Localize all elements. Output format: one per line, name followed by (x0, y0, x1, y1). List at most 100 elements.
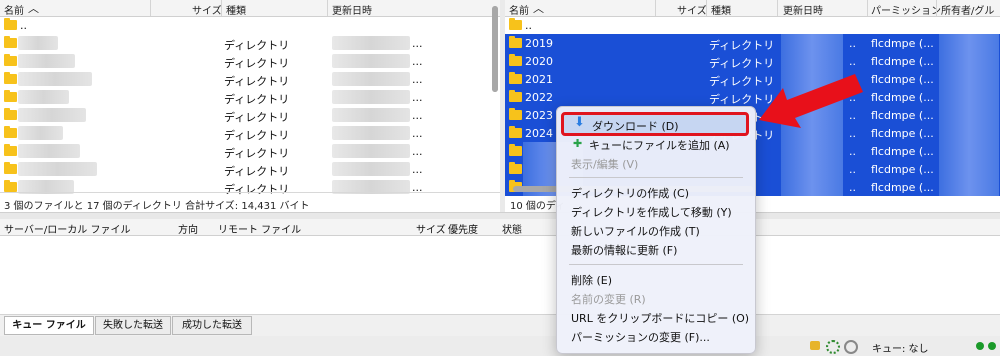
parent-dir-row[interactable]: .. (505, 16, 1000, 34)
folder-icon (509, 90, 522, 102)
redacted-date (781, 34, 843, 52)
col-size-header[interactable]: サイズ (192, 2, 222, 17)
parent-dir-label: .. (525, 19, 532, 32)
menu-item-create-directory[interactable]: ディレクトリの作成 (C) (571, 185, 689, 201)
file-type: ディレクトリ (224, 147, 290, 160)
redacted-owner (939, 124, 999, 142)
table-row[interactable]: 2022 ディレクトリ.. flcdmpe (... (505, 88, 1000, 106)
redacted-date (332, 36, 410, 50)
local-file-list[interactable]: 名前 ︿ サイズ 種類 更新日時 .. ディレクトリ... ディレクトリ... ディ… (0, 0, 500, 210)
redacted-owner (939, 142, 999, 160)
menu-item-download[interactable]: ⬇ ダウンロード (D) (561, 112, 749, 136)
table-row[interactable]: ディレクトリ... (0, 88, 500, 106)
file-name: 2023 (525, 109, 553, 122)
table-row[interactable]: 2019 ディレクトリ.. flcdmpe (... (505, 34, 1000, 52)
parent-dir-row[interactable]: .. (0, 16, 500, 34)
permission-value: flcdmpe (... (871, 37, 934, 50)
redacted-filename (18, 90, 69, 104)
queue-col-direction[interactable]: 方向 (178, 221, 198, 236)
menu-item-refresh[interactable]: 最新の情報に更新 (F) (571, 242, 677, 258)
col-size-header[interactable]: サイズ (677, 2, 707, 17)
add-queue-icon: ✚ (573, 137, 583, 150)
remote-vertical-scrollbar[interactable] (492, 6, 498, 92)
permission-value: flcdmpe (... (871, 163, 934, 176)
menu-item-change-permissions[interactable]: パーミッションの変更 (F)... (571, 329, 710, 345)
folder-icon (4, 126, 17, 138)
modified-ellipsis: ... (412, 127, 423, 140)
menu-item-new-file[interactable]: 新しいファイルの作成 (T) (571, 223, 700, 239)
redacted-date (781, 52, 843, 70)
redacted-owner (939, 88, 999, 106)
download-arrow-icon: ⬇ (574, 115, 585, 130)
table-row[interactable]: ディレクトリ... (0, 142, 500, 160)
permission-value: flcdmpe (... (871, 109, 934, 122)
permission-value: flcdmpe (... (871, 145, 934, 158)
parent-dir-label: .. (20, 19, 27, 32)
queue-col-size[interactable]: サイズ (416, 221, 446, 236)
permission-value: flcdmpe (... (871, 181, 934, 194)
redacted-owner (939, 160, 999, 178)
modified-ellipsis: ... (412, 37, 423, 50)
table-row[interactable]: ディレクトリ... (0, 160, 500, 178)
col-modified-header[interactable]: 更新日時 (783, 2, 823, 17)
menu-item-delete[interactable]: 削除 (E) (571, 272, 612, 288)
col-type-header[interactable]: 種類 (711, 2, 731, 17)
tab-successful-transfers[interactable]: 成功した転送 (172, 316, 252, 335)
col-name-header[interactable]: 名前 (509, 2, 529, 17)
queue-col-state[interactable]: 状態 (502, 221, 522, 236)
redacted-date (332, 72, 410, 86)
col-type-header[interactable]: 種類 (226, 2, 246, 17)
queue-col-priority[interactable]: 優先度 (448, 221, 478, 236)
speed-limit-icon[interactable] (844, 340, 858, 354)
sort-asc-icon[interactable]: ︿ (533, 0, 544, 16)
queue-col-remote[interactable]: リモート ファイル (218, 221, 301, 236)
file-name: 2020 (525, 55, 553, 68)
col-modified-header[interactable]: 更新日時 (332, 2, 372, 17)
tab-queued-files[interactable]: キュー ファイル (4, 316, 94, 335)
menu-item-copy-url[interactable]: URL をクリップボードにコピー (O) (571, 310, 749, 326)
activity-led-icon (976, 342, 984, 350)
folder-icon (509, 72, 522, 84)
queue-list-area[interactable] (0, 236, 1000, 314)
table-row[interactable]: ディレクトリ... (0, 178, 500, 196)
folder-icon (4, 180, 17, 192)
file-type: ディレクトリ (224, 129, 290, 142)
table-row[interactable]: ディレクトリ... (0, 52, 500, 70)
lock-icon (810, 341, 820, 350)
redacted-date (332, 108, 410, 122)
redacted-date (332, 144, 410, 158)
table-row[interactable]: 2021ディレクトリ..flcdmpe (... (505, 70, 1000, 88)
menu-item-create-dir-and-enter[interactable]: ディレクトリを作成して移動 (Y) (571, 204, 732, 220)
modified-ellipsis: ... (412, 163, 423, 176)
menu-item-add-to-queue[interactable]: キューにファイルを追加 (A) (589, 137, 730, 153)
redacted-owner (939, 70, 999, 88)
pane-splitter[interactable] (500, 0, 505, 212)
table-row[interactable]: 2020 ディレクトリ.. flcdmpe (... (505, 52, 1000, 70)
activity-led-icon (988, 342, 996, 350)
settings-gear-icon[interactable] (826, 340, 840, 354)
queue-status-text: キュー: なし (872, 344, 929, 355)
modified-ellipsis: .. (849, 55, 856, 68)
redacted-owner (939, 106, 999, 124)
file-name: 2019 (525, 37, 553, 50)
modified-ellipsis: .. (849, 181, 856, 194)
menu-item-rename[interactable]: 名前の変更 (R) (571, 291, 646, 307)
file-type: ディレクトリ (709, 57, 775, 70)
menu-item-view-edit[interactable]: 表示/編集 (V) (571, 156, 638, 172)
redacted-date (332, 54, 410, 68)
col-name-header[interactable]: 名前 (4, 2, 24, 17)
download-label: ダウンロード (D) (592, 120, 679, 133)
folder-icon (509, 144, 522, 156)
modified-ellipsis: ... (412, 109, 423, 122)
sort-asc-icon[interactable]: ︿ (28, 0, 39, 16)
queue-col-server-local[interactable]: サーバー/ローカル ファイル (4, 221, 130, 236)
table-row[interactable]: ディレクトリ... (0, 106, 500, 124)
permission-value: flcdmpe (... (871, 91, 934, 104)
col-permission-header[interactable]: パーミッション (871, 2, 941, 17)
table-row[interactable]: ディレクトリ... (0, 34, 500, 52)
table-row[interactable]: ディレクトリ... (0, 124, 500, 142)
tab-failed-transfers[interactable]: 失敗した転送 (95, 316, 171, 335)
col-owner-header[interactable]: 所有者/グル (941, 2, 994, 17)
table-row[interactable]: ディレクトリ... (0, 70, 500, 88)
menu-separator (569, 177, 743, 178)
